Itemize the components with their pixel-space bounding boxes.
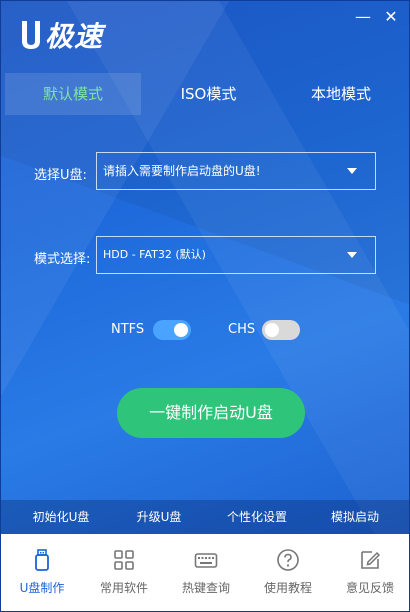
tab-local-mode[interactable]: 本地模式 (276, 73, 406, 115)
nav-tutorial[interactable]: 使用教程 (247, 534, 329, 611)
nav-label: 使用教程 (263, 581, 312, 595)
personalize-button[interactable]: 个性化设置 (209, 500, 305, 534)
tab-default-mode[interactable]: 默认模式 (5, 73, 141, 115)
toggle-knob (265, 323, 279, 337)
app-window: 极速 — ✕ 默认模式 ISO模式 本地模式 选择U盘: 请插入需要制作启动盘的… (0, 0, 410, 612)
nav-hotkey-query[interactable]: 热键查询 (165, 534, 247, 611)
nav-label: 热键查询 (181, 581, 230, 595)
usb-icon (35, 549, 49, 571)
chevron-down-icon (347, 168, 357, 174)
nav-common-software[interactable]: 常用软件 (83, 534, 165, 611)
mode-select-label: 模式选择: (34, 252, 91, 267)
nav-label: 常用软件 (99, 581, 148, 595)
app-logo: 极速 (19, 15, 103, 55)
upgrade-usb-button[interactable]: 升级U盘 (111, 500, 207, 534)
nav-usb-make[interactable]: U盘制作 (1, 534, 83, 611)
toggle-knob (174, 323, 188, 337)
nav-label: 意见反馈 (345, 581, 394, 595)
simulate-boot-button[interactable]: 模拟启动 (307, 500, 403, 534)
keyboard-icon (194, 553, 218, 568)
nav-label: U盘制作 (19, 581, 65, 595)
mode-tabs: 默认模式 ISO模式 本地模式 (1, 73, 409, 115)
close-button[interactable]: ✕ (381, 7, 401, 27)
chevron-down-icon (347, 252, 357, 258)
help-icon (277, 549, 299, 571)
minimize-button[interactable]: — (353, 7, 373, 27)
chs-toggle[interactable] (262, 320, 300, 340)
title-bar: 极速 — ✕ (1, 1, 409, 73)
nav-feedback[interactable]: 意见反馈 (329, 534, 409, 611)
logo-text: 极速 (45, 20, 104, 53)
bottom-nav: U盘制作 常用软件 热键查询 使用教程 意见反馈 (1, 534, 409, 611)
edit-icon (361, 551, 381, 569)
tool-bar: 初始化U盘 升级U盘 个性化设置 模拟启动 (1, 500, 409, 534)
ntfs-toggle[interactable] (153, 320, 191, 340)
usb-select-label: 选择U盘: (34, 168, 87, 183)
chs-label: CHS (228, 322, 256, 337)
tab-iso-mode[interactable]: ISO模式 (141, 73, 276, 115)
make-bootable-usb-button[interactable]: 一键制作启动U盘 (117, 388, 305, 438)
usb-select-value: 请插入需要制作启动盘的U盘! (103, 164, 261, 178)
u-logo-icon (22, 21, 40, 49)
apps-icon (114, 550, 134, 570)
ntfs-label: NTFS (111, 322, 145, 337)
mode-select[interactable]: HDD - FAT32 (默认) (96, 236, 376, 274)
init-usb-button[interactable]: 初始化U盘 (13, 500, 109, 534)
usb-select[interactable]: 请插入需要制作启动盘的U盘! (96, 152, 376, 190)
mode-select-value: HDD - FAT32 (默认) (103, 248, 206, 261)
